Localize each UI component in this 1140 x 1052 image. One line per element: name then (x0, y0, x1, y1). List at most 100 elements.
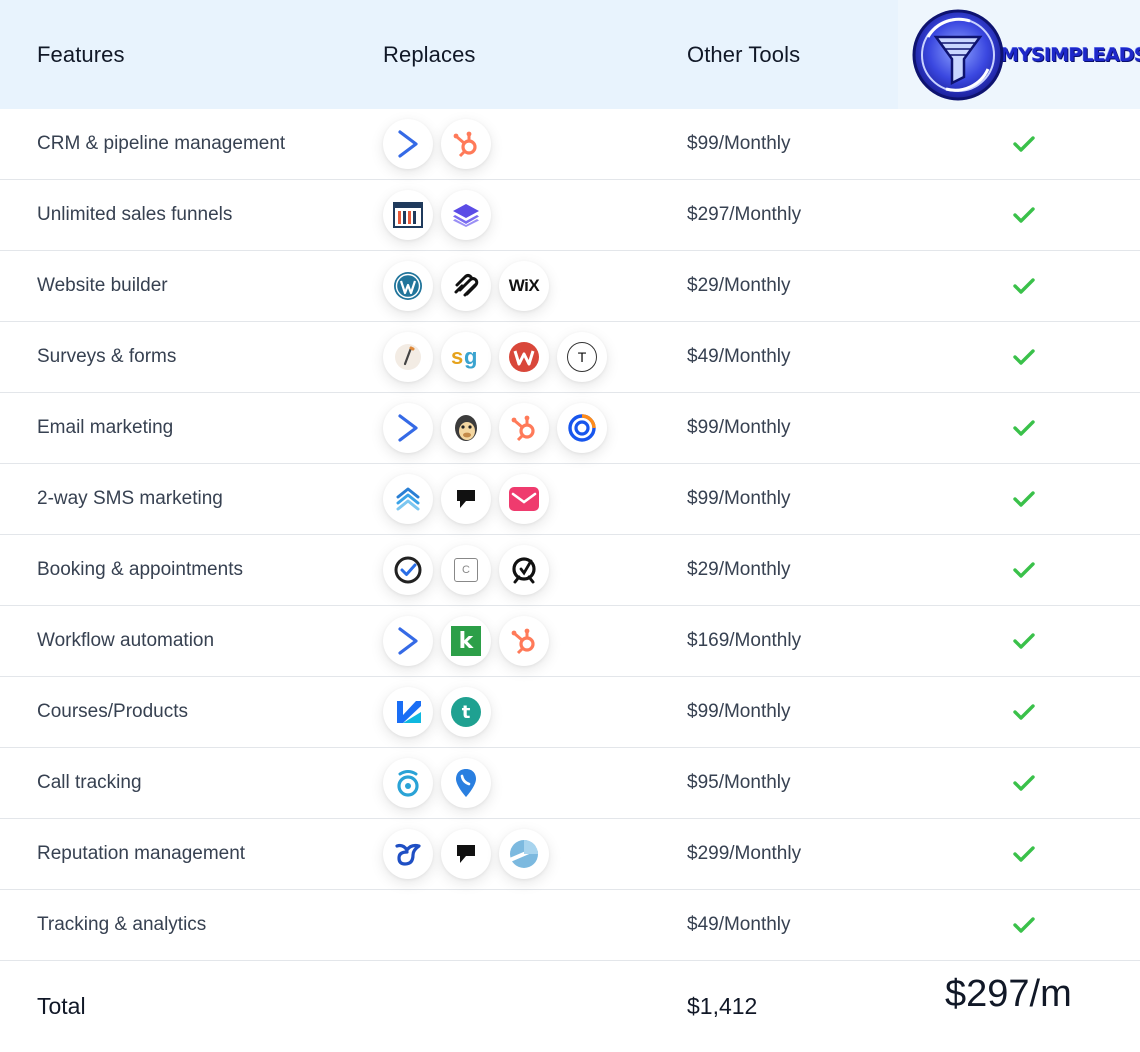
activecampaign-icon (383, 403, 433, 453)
replaced-tools (383, 474, 549, 524)
oncehub-icon (499, 545, 549, 595)
feature-label: Workflow automation (37, 630, 215, 651)
wufoo-icon (499, 332, 549, 382)
birdeye-icon (383, 829, 433, 879)
table-row: Email marketing $99/Monthly (0, 393, 1140, 464)
check-icon (1010, 606, 1038, 676)
check-icon (1010, 251, 1038, 321)
keap-icon: k (441, 616, 491, 666)
wordpress-icon (383, 261, 433, 311)
brand-name: MYSIMPLEADS (1000, 43, 1140, 66)
replaced-tools: t (383, 687, 491, 737)
hubspot-icon (441, 119, 491, 169)
replaced-tools: WiX (383, 261, 549, 311)
leadpages-icon (441, 190, 491, 240)
teachable-icon: t (441, 687, 491, 737)
total-other-tools: $1,412 (687, 993, 758, 1019)
yext-icon (499, 829, 549, 879)
svg-text:s: s (451, 344, 463, 369)
check-icon (1010, 322, 1038, 392)
wix-icon: WiX (499, 261, 549, 311)
calendly-icon: C (441, 545, 491, 595)
hubspot-icon (499, 616, 549, 666)
table-row: Courses/Products t $99/Monthly (0, 677, 1140, 748)
check-icon (1010, 109, 1038, 179)
svg-text:g: g (464, 344, 477, 369)
calltrackingmetrics-icon (441, 758, 491, 808)
feature-label: Tracking & analytics (37, 914, 207, 935)
replaced-tools (383, 403, 607, 453)
table-row: Website builder WiX $29/Monthly (0, 251, 1140, 322)
table-row: Surveys & forms s g T $49/Monthly (0, 322, 1140, 393)
brand-logo: MYSIMPLEADS (898, 0, 1140, 109)
check-icon (1010, 890, 1038, 960)
table-row: Booking & appointments C $29/Monthly (0, 535, 1140, 606)
jotform-icon (383, 332, 433, 382)
feature-label: 2-way SMS marketing (37, 488, 223, 509)
table-row: CRM & pipeline management $99/Monthly (0, 109, 1140, 180)
check-icon (1010, 819, 1038, 889)
replaced-tools: sg T (383, 332, 607, 382)
header-features: Features (37, 41, 125, 67)
podium-icon (441, 829, 491, 879)
callrail-icon (383, 758, 433, 808)
check-icon (1010, 748, 1038, 818)
hubspot-icon (499, 403, 549, 453)
constant-contact-icon (557, 403, 607, 453)
squarespace-icon (441, 261, 491, 311)
feature-label: Email marketing (37, 417, 174, 438)
feature-label: Booking & appointments (37, 559, 243, 580)
replaced-tools: C (383, 545, 549, 595)
clickfunnels-icon (383, 190, 433, 240)
feature-label: Unlimited sales funnels (37, 204, 233, 225)
funnel-logo-icon (910, 7, 1006, 103)
other-tools-price: $49/Monthly (687, 914, 791, 935)
feature-label: Website builder (37, 275, 168, 296)
header-replaces: Replaces (383, 41, 476, 67)
other-tools-price: $29/Monthly (687, 275, 791, 296)
replaced-tools: k (383, 616, 549, 666)
activecampaign-icon (383, 616, 433, 666)
activecampaign-icon (383, 119, 433, 169)
total-row: Total $1,412 $297/m (0, 961, 1140, 1052)
other-tools-price: $95/Monthly (687, 772, 791, 793)
table-row: Unlimited sales funnels $297/Monthly (0, 180, 1140, 251)
kajabi-icon (383, 687, 433, 737)
replaced-tools (383, 829, 549, 879)
other-tools-price: $99/Monthly (687, 488, 791, 509)
replaced-tools (383, 190, 491, 240)
check-icon (1010, 677, 1038, 747)
table-row: 2-way SMS marketing $99/Monthly (0, 464, 1140, 535)
other-tools-price: $29/Monthly (687, 559, 791, 580)
table-header: Features Replaces Other Tools MYSIMPLEAD… (0, 0, 1140, 109)
other-tools-price: $99/Monthly (687, 133, 791, 154)
other-tools-price: $169/Monthly (687, 630, 802, 651)
acuity-icon (383, 545, 433, 595)
podium-icon (441, 474, 491, 524)
total-label: Total (37, 993, 86, 1019)
check-icon (1010, 464, 1038, 534)
replaced-tools (383, 758, 491, 808)
feature-label: Surveys & forms (37, 346, 177, 367)
check-icon (1010, 180, 1038, 250)
table-row: Call tracking $95/Monthly (0, 748, 1140, 819)
typeform-icon: T (557, 332, 607, 382)
other-tools-price: $99/Monthly (687, 701, 791, 722)
mailchimp-icon (441, 403, 491, 453)
other-tools-price: $49/Monthly (687, 346, 791, 367)
table-row: Reputation management $299/Monthly (0, 819, 1140, 890)
check-icon (1010, 535, 1038, 605)
feature-label: Call tracking (37, 772, 142, 793)
feature-label: Reputation management (37, 843, 246, 864)
simpletexting-icon (383, 474, 433, 524)
replaced-tools (383, 119, 491, 169)
header-other-tools: Other Tools (687, 41, 801, 67)
other-tools-price: $99/Monthly (687, 417, 791, 438)
check-icon (1010, 393, 1038, 463)
other-tools-price: $297/Monthly (687, 204, 802, 225)
feature-table: CRM & pipeline management $99/Monthly Unli… (0, 109, 1140, 961)
table-row: Tracking & analytics $49/Monthly (0, 890, 1140, 961)
other-tools-price: $299/Monthly (687, 843, 802, 864)
feature-label: Courses/Products (37, 701, 189, 722)
table-row: Workflow automation k $169/Monthly (0, 606, 1140, 677)
